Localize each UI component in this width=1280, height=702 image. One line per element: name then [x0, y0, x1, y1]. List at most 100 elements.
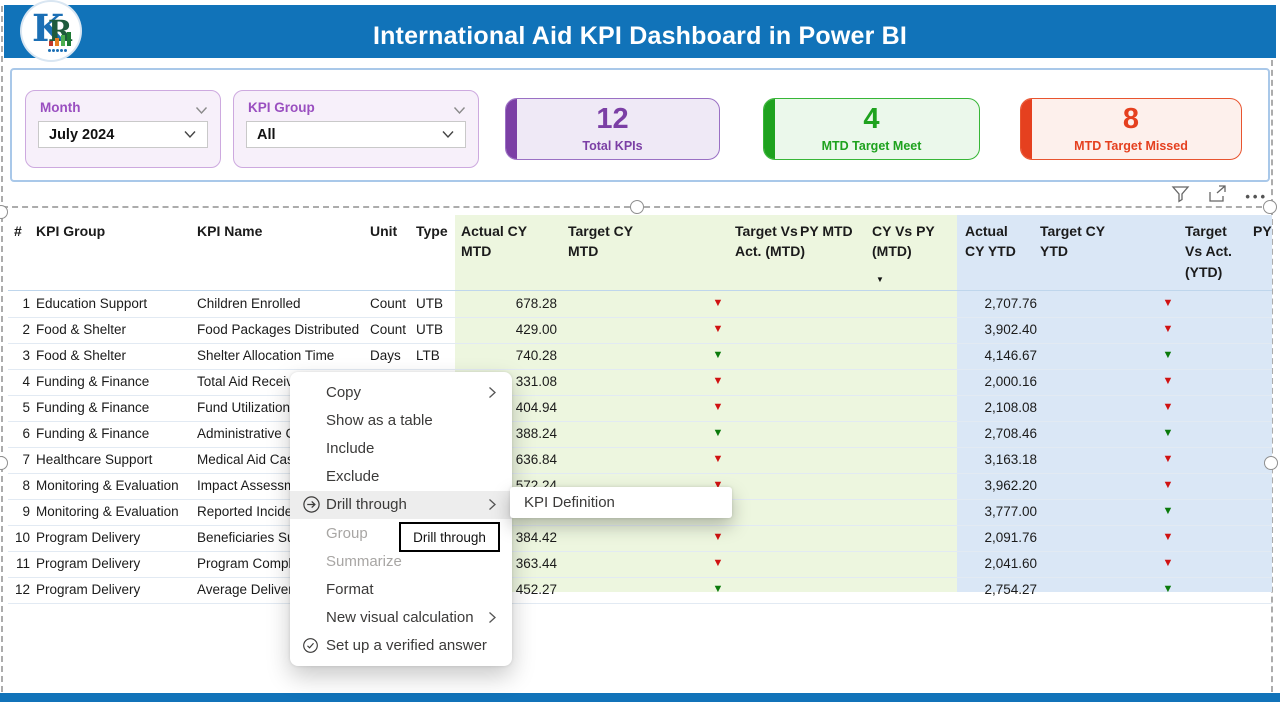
actual-cy-mtd-cell: 740.28 [455, 348, 557, 363]
unit-cell: Count [370, 322, 406, 337]
context-menu: Copy Show as a table Include Exclude Dri… [290, 372, 512, 666]
actual-cy-ytd-cell: 4,146.67 [935, 348, 1037, 363]
chevron-right-icon [488, 386, 500, 399]
target-vs-act-ytd-triangle-icon: ▼ [1160, 453, 1176, 465]
kpi-name-cell: Program Compl [197, 556, 292, 571]
mtd-target-missed-card[interactable]: 8 MTD Target Missed [1020, 98, 1242, 160]
mtd-target-meet-value: 4 [764, 103, 979, 136]
kpi-name-cell: Beneficiaries Su [197, 530, 295, 545]
bottom-border-strip [0, 693, 1280, 702]
menu-item-exclude[interactable]: Exclude [290, 463, 512, 491]
col-header-target-vs-act-ytd[interactable]: Target Vs Act. (YTD) [1185, 221, 1245, 282]
chevron-down-icon[interactable] [441, 126, 455, 144]
kpi-group-cell: Program Delivery [36, 530, 140, 545]
focus-mode-icon[interactable] [1208, 185, 1227, 208]
target-vs-act-ytd-triangle-icon: ▼ [1160, 557, 1176, 569]
header-divider [8, 290, 1272, 291]
col-header-target-cy-mtd[interactable]: Target CY MTD [568, 221, 650, 262]
actual-cy-ytd-cell: 2,000.16 [935, 374, 1037, 389]
menu-item-format[interactable]: Format [290, 575, 512, 603]
resize-handle-top-right[interactable] [1263, 200, 1277, 214]
resize-handle-top-left[interactable] [0, 205, 8, 219]
kpi-group-cell: Funding & Finance [36, 374, 149, 389]
table-row[interactable]: 2 Food & Shelter Food Packages Distribut… [8, 318, 1272, 344]
chevron-down-icon[interactable] [453, 102, 466, 120]
row-number-cell: 12 [8, 582, 30, 597]
table-row[interactable]: 10 Program Delivery Beneficiaries Su 384… [8, 526, 1272, 552]
total-kpis-card[interactable]: 12 Total KPIs [505, 98, 720, 160]
sort-descending-icon[interactable]: ▼ [876, 275, 884, 284]
col-header-cy-vs-py-mtd[interactable]: CY Vs PY (MTD) [872, 221, 940, 262]
target-vs-act-ytd-triangle-icon: ▼ [1160, 479, 1176, 491]
col-header-py-ytd[interactable]: PY [1253, 221, 1272, 241]
col-header-py-mtd[interactable]: PY MTD [800, 221, 862, 241]
actual-cy-ytd-cell: 2,708.46 [935, 426, 1037, 441]
kpi-group-slicer[interactable]: KPI Group All [233, 90, 479, 168]
col-header-unit[interactable]: Unit [370, 221, 397, 241]
actual-cy-ytd-cell: 2,108.08 [935, 400, 1037, 415]
logo-barchart-icon [49, 32, 71, 46]
col-header-index[interactable]: # [14, 221, 22, 241]
col-header-kpi-group[interactable]: KPI Group [36, 221, 105, 241]
kpi-group-cell: Funding & Finance [36, 426, 149, 441]
chevron-right-icon [488, 498, 500, 511]
menu-item-include[interactable]: Include [290, 434, 512, 462]
title-banner: International Aid KPI Dashboard in Power… [4, 5, 1276, 58]
table-row[interactable]: 6 Funding & Finance Administrative C 388… [8, 422, 1272, 448]
filter-icon[interactable] [1171, 185, 1190, 208]
col-header-kpi-name[interactable]: KPI Name [197, 221, 262, 241]
kpi-group-cell: Program Delivery [36, 556, 140, 571]
kpi-name-cell: Average Deliver [197, 582, 293, 597]
table-row[interactable]: 5 Funding & Finance Fund Utilization 404… [8, 396, 1272, 422]
col-header-target-cy-ytd[interactable]: Target CY YTD [1040, 221, 1122, 262]
table-row[interactable]: 12 Program Delivery Average Deliver 452.… [8, 578, 1272, 604]
table-row[interactable]: 11 Program Delivery Program Compl 363.44… [8, 552, 1272, 578]
table-row[interactable]: 7 Healthcare Support Medical Aid Cas 636… [8, 448, 1272, 474]
drill-through-icon [302, 495, 326, 514]
month-slicer[interactable]: Month July 2024 [25, 90, 221, 168]
row-number-cell: 7 [8, 452, 30, 467]
menu-item-set-up-verified-answer[interactable]: Set up a verified answer [290, 632, 512, 660]
table-row[interactable]: 4 Funding & Finance Total Aid Receiv 331… [8, 370, 1272, 396]
target-vs-act-ytd-triangle-icon: ▼ [1160, 375, 1176, 387]
target-vs-act-mtd-triangle-icon: ▼ [710, 297, 726, 309]
resize-handle-left-middle[interactable] [0, 456, 8, 470]
row-number-cell: 8 [8, 478, 30, 493]
drill-through-submenu: KPI Definition [510, 487, 732, 518]
table-row[interactable]: 1 Education Support Children Enrolled Co… [8, 292, 1272, 318]
target-vs-act-ytd-triangle-icon: ▼ [1160, 297, 1176, 309]
actual-cy-ytd-cell: 2,754.27 [935, 582, 1037, 597]
resize-handle-top-center[interactable] [630, 200, 644, 214]
target-vs-act-ytd-triangle-icon: ▼ [1160, 401, 1176, 413]
row-number-cell: 1 [8, 296, 30, 311]
kpi-group-cell: Food & Shelter [36, 348, 126, 363]
target-vs-act-mtd-triangle-icon: ▼ [710, 583, 726, 595]
menu-item-copy[interactable]: Copy [290, 378, 512, 406]
actual-cy-ytd-cell: 2,041.60 [935, 556, 1037, 571]
target-vs-act-mtd-triangle-icon: ▼ [710, 427, 726, 439]
col-header-actual-cy-ytd[interactable]: Actual CY YTD [965, 221, 1023, 262]
chevron-down-icon[interactable] [195, 102, 208, 120]
kpi-name-cell: Total Aid Receiv [197, 374, 293, 389]
actual-cy-ytd-cell: 2,707.76 [935, 296, 1037, 311]
month-dropdown[interactable]: July 2024 [38, 121, 208, 148]
resize-handle-right-middle[interactable] [1264, 456, 1278, 470]
chevron-down-icon[interactable] [183, 126, 197, 144]
menu-item-drill-through[interactable]: Drill through [290, 491, 512, 519]
col-header-actual-cy-mtd[interactable]: Actual CY MTD [461, 221, 543, 262]
unit-cell: Days [370, 348, 401, 363]
col-header-target-vs-act-mtd[interactable]: Target Vs Act. (MTD) [735, 221, 805, 262]
mtd-target-meet-card[interactable]: 4 MTD Target Meet [763, 98, 980, 160]
menu-item-show-as-table[interactable]: Show as a table [290, 406, 512, 434]
month-slicer-label: Month [40, 100, 80, 115]
submenu-item-kpi-definition[interactable]: KPI Definition [524, 494, 615, 511]
kpi-group-cell: Program Delivery [36, 582, 140, 597]
col-header-type[interactable]: Type [416, 221, 448, 241]
kpi-group-cell: Monitoring & Evaluation [36, 504, 179, 519]
unit-cell: Count [370, 296, 406, 311]
mtd-target-meet-label: MTD Target Meet [764, 139, 979, 153]
table-row[interactable]: 3 Food & Shelter Shelter Allocation Time… [8, 344, 1272, 370]
menu-item-new-visual-calculation[interactable]: New visual calculation [290, 604, 512, 632]
actual-cy-ytd-cell: 3,777.00 [935, 504, 1037, 519]
kpi-group-dropdown[interactable]: All [246, 121, 466, 148]
